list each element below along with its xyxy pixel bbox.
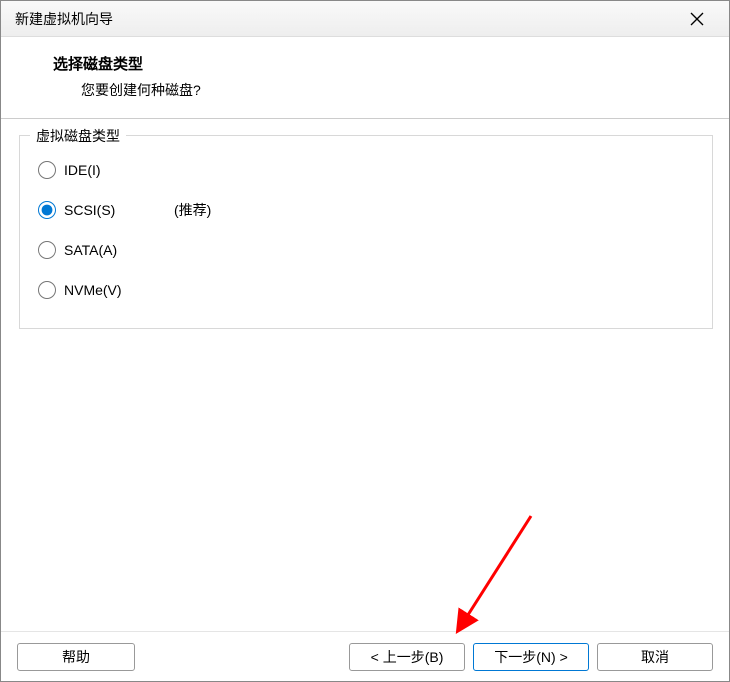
cancel-button[interactable]: 取消 <box>597 643 713 671</box>
back-button[interactable]: < 上一步(B) <box>349 643 465 671</box>
radio-row-ide[interactable]: IDE(I) <box>38 152 694 188</box>
titlebar-title: 新建虚拟机向导 <box>15 9 679 29</box>
radio-nvme[interactable] <box>38 281 56 299</box>
radio-sata[interactable] <box>38 241 56 259</box>
radio-label-nvme: NVMe(V) <box>64 282 154 298</box>
next-button[interactable]: 下一步(N) > <box>473 643 589 671</box>
close-button[interactable] <box>679 1 715 37</box>
radio-row-nvme[interactable]: NVMe(V) <box>38 272 694 308</box>
disk-type-group: 虚拟磁盘类型 IDE(I) SCSI(S) (推荐) SATA(A) NVMe(… <box>19 135 713 329</box>
help-button[interactable]: 帮助 <box>17 643 135 671</box>
close-icon <box>690 12 704 26</box>
radio-row-scsi[interactable]: SCSI(S) (推荐) <box>38 192 694 228</box>
radio-label-ide: IDE(I) <box>64 162 154 178</box>
radio-ide[interactable] <box>38 161 56 179</box>
radio-label-scsi: SCSI(S) <box>64 202 154 218</box>
wizard-body: 虚拟磁盘类型 IDE(I) SCSI(S) (推荐) SATA(A) NVMe(… <box>1 119 729 631</box>
radio-scsi[interactable] <box>38 201 56 219</box>
wizard-footer: 帮助 < 上一步(B) 下一步(N) > 取消 <box>1 631 729 681</box>
titlebar: 新建虚拟机向导 <box>1 1 729 37</box>
wizard-header-title: 选择磁盘类型 <box>53 53 701 74</box>
wizard-header-subtitle: 您要创建何种磁盘? <box>81 80 701 100</box>
radio-label-sata: SATA(A) <box>64 242 154 258</box>
radio-row-sata[interactable]: SATA(A) <box>38 232 694 268</box>
recommended-label: (推荐) <box>174 200 211 220</box>
wizard-header: 选择磁盘类型 您要创建何种磁盘? <box>1 37 729 119</box>
disk-type-group-title: 虚拟磁盘类型 <box>30 126 126 146</box>
wizard-dialog: 新建虚拟机向导 选择磁盘类型 您要创建何种磁盘? 虚拟磁盘类型 IDE(I) S… <box>0 0 730 682</box>
